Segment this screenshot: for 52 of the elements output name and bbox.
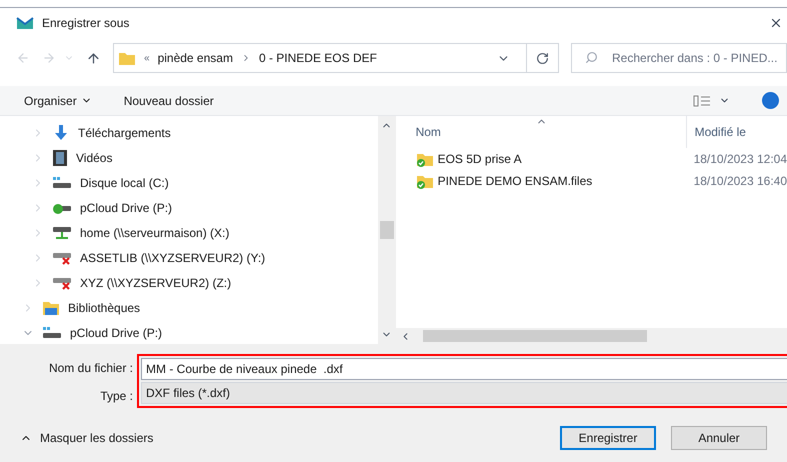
app-logo-icon — [16, 16, 34, 30]
hide-folders-button[interactable]: Masquer les dossiers — [20, 429, 154, 447]
save-button[interactable]: Enregistrer — [560, 426, 656, 450]
breadcrumb[interactable]: 0 - PINEDE EOS DEF — [258, 49, 377, 67]
tree-item[interactable]: Téléchargements — [78, 124, 171, 142]
new-folder-button[interactable]: Nouveau dossier — [124, 92, 214, 110]
view-options-icon[interactable] — [693, 94, 711, 106]
search-icon — [585, 51, 598, 64]
tree-item[interactable]: XYZ (\\XYZSERVEUR2) (Z:) — [80, 274, 232, 292]
tree-item[interactable]: Disque local (C:) — [80, 174, 169, 192]
horizontal-scrollbar[interactable] — [396, 328, 787, 344]
filename-field[interactable]: MM - Courbe de niveaux pinede .dxf — [141, 358, 787, 380]
drive-icon — [42, 326, 62, 340]
vertical-scrollbar[interactable] — [378, 116, 396, 344]
cancel-button[interactable]: Annuler — [671, 426, 767, 450]
tree-item[interactable]: pCloud Drive (P:) — [70, 324, 162, 342]
column-header[interactable]: Modifié le — [686, 116, 746, 148]
folder-icon — [118, 50, 136, 66]
forward-icon[interactable] — [42, 51, 56, 65]
synced-folder-icon — [416, 173, 434, 189]
file-name[interactable]: EOS 5D prise A — [438, 150, 522, 168]
up-icon[interactable] — [86, 50, 101, 66]
tree-item[interactable]: ASSETLIB (\\XYZSERVEUR2) (Y:) — [80, 248, 266, 266]
tree-item[interactable]: pCloud Drive (P:) — [80, 198, 172, 216]
address-bar[interactable]: « pinède ensam 0 - PINEDE EOS DEF — [113, 43, 559, 73]
refresh-icon — [536, 52, 549, 64]
field-label: Type : — [100, 388, 133, 405]
modified-date: 18/10/2023 12:04 — [692, 151, 787, 168]
film-icon — [52, 148, 68, 166]
scroll-thumb[interactable] — [422, 330, 647, 342]
synced-folder-icon — [416, 151, 434, 167]
help-icon[interactable] — [762, 92, 779, 109]
file-name[interactable]: PINEDE DEMO ENSAM.files — [438, 172, 592, 190]
breadcrumb-overflow[interactable]: « — [144, 50, 150, 66]
organize-button[interactable]: Organiser — [24, 92, 92, 110]
type-dropdown[interactable]: DXF files (*.dxf) — [141, 382, 787, 404]
field-label: Nom du fichier : — [48, 360, 133, 377]
close-icon[interactable] — [769, 16, 783, 30]
search-field[interactable]: Rechercher dans : 0 - PINED... — [571, 43, 787, 73]
column-header[interactable]: Nom — [396, 123, 686, 141]
breadcrumb[interactable]: pinède ensam — [158, 49, 233, 67]
back-icon[interactable] — [16, 51, 30, 65]
library-icon — [42, 300, 60, 316]
network-drive-icon — [52, 224, 72, 240]
download-arrow-icon — [52, 124, 70, 142]
tree-item[interactable]: Vidéos — [76, 148, 112, 166]
modified-date: 18/10/2023 16:40 — [692, 173, 787, 190]
window-title: Enregistrer sous — [42, 15, 130, 32]
drive-icon — [52, 176, 72, 190]
scroll-thumb[interactable] — [380, 221, 394, 239]
tree-item[interactable]: Bibliothèques — [68, 298, 140, 316]
tree-item[interactable]: home (\\serveurmaison) (X:) — [80, 224, 230, 242]
